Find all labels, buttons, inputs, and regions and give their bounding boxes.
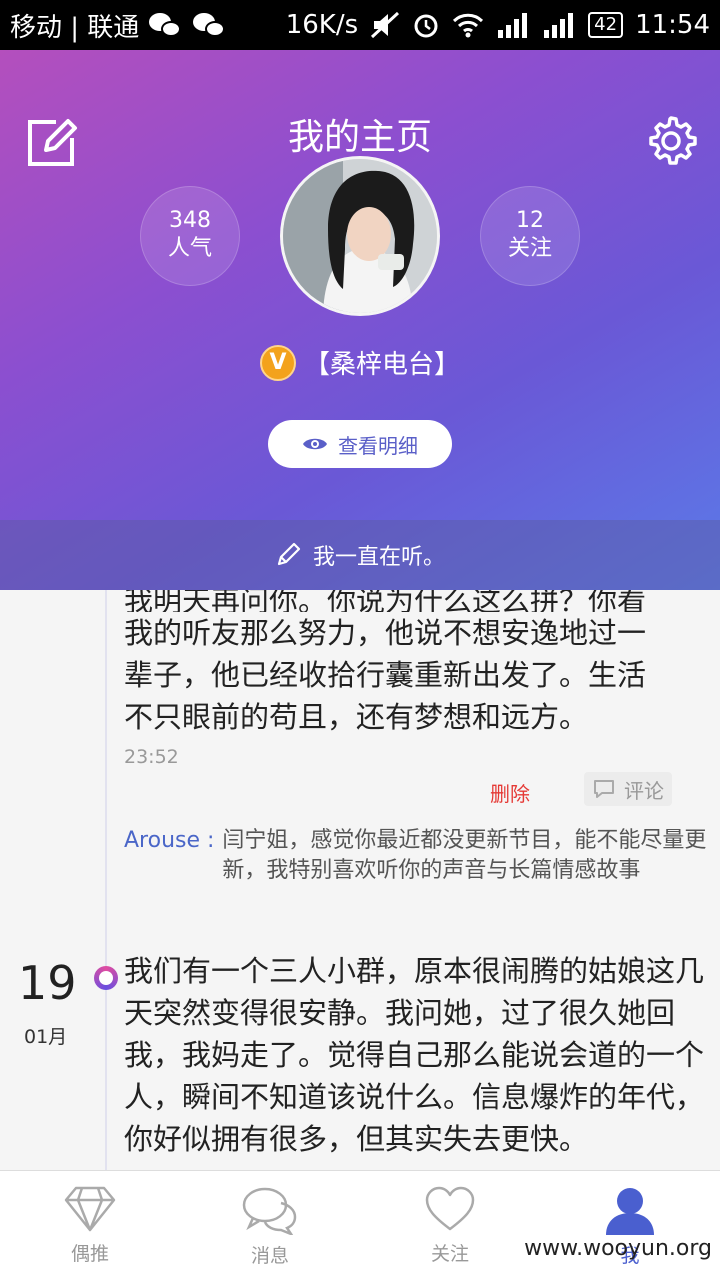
- mute-icon: [371, 11, 400, 39]
- diamond-icon: [64, 1186, 116, 1232]
- view-details-button[interactable]: 查看明细: [268, 420, 452, 468]
- comment-text: 闫宁姐，感觉你最近都没更新节目，能不能尽量更新，我特别喜欢听你的声音与长篇情感故…: [222, 828, 707, 883]
- signal-icon: [498, 13, 528, 38]
- network-speed: 16K/s: [285, 10, 359, 40]
- nav-item-messages[interactable]: 消息: [180, 1171, 360, 1280]
- signature-text: 我一直在听。: [312, 545, 445, 570]
- chat-bubbles-icon: [242, 1187, 297, 1235]
- carrier-label: 移动 | 联通: [10, 12, 140, 43]
- username-row: V 【桑梓电台】: [0, 344, 720, 381]
- watermark: www.wooyun.org: [524, 1236, 712, 1261]
- alarm-icon: [414, 14, 438, 38]
- nav-item-me[interactable]: 我: [540, 1171, 720, 1280]
- signal-icon: [544, 13, 574, 38]
- nav-item-recommend[interactable]: 偶推: [0, 1171, 180, 1280]
- delete-button[interactable]: 删除: [490, 778, 530, 807]
- avatar-photo: [283, 159, 437, 313]
- avatar[interactable]: [280, 156, 440, 316]
- timeline-dot-icon: [94, 966, 118, 990]
- signature-bar[interactable]: 我一直在听。: [0, 520, 720, 590]
- post-line: 辈子，他已经收拾行囊重新出发了。生活: [124, 658, 647, 692]
- nav-label: 消息: [250, 1245, 289, 1267]
- clock: 11:54: [635, 10, 710, 40]
- comment-button[interactable]: 评论: [584, 772, 672, 806]
- pencil-icon: [277, 542, 301, 566]
- heart-icon: [425, 1186, 475, 1231]
- gear-icon[interactable]: [644, 114, 698, 168]
- vip-badge-icon: V: [259, 344, 296, 381]
- wifi-icon: [453, 13, 484, 38]
- wechat-icon: [149, 11, 183, 39]
- following-stat[interactable]: 12 关注: [480, 186, 580, 286]
- nav-label: 偶推: [70, 1243, 109, 1265]
- page-title: 我的主页: [287, 117, 432, 158]
- nav-item-following[interactable]: 关注: [360, 1171, 540, 1280]
- post-text: 我们有一个三人小群，原本很闹腾的姑娘这几天突然变得很安静。我问她，过了很久她回我…: [124, 954, 705, 1156]
- popularity-value: 348: [169, 208, 211, 233]
- nav-label: 关注: [430, 1243, 469, 1265]
- view-details-label: 查看明细: [338, 433, 418, 458]
- profile-header: 我的主页 348 人气 12 关注 V 【桑梓电台】 查看明细 我一直在听。: [0, 50, 720, 590]
- status-bar: 移动 | 联通 16K/s 42 11:54: [0, 0, 720, 50]
- wechat-icon: [193, 11, 227, 39]
- post-line: 不只眼前的苟且，还有梦想和远方。: [124, 700, 589, 734]
- timeline-line: [105, 590, 107, 1170]
- post-time: 23:52: [124, 746, 179, 768]
- timeline-feed[interactable]: 我明天再问你。你说为什么这么拼？你看 我的听友那么努力，他说不想安逸地过一 辈子…: [0, 590, 720, 1170]
- popularity-stat[interactable]: 348 人气: [140, 186, 240, 286]
- post-date-month: 01月: [24, 1026, 68, 1048]
- comment-label: 评论: [624, 778, 664, 803]
- username: 【桑梓电台】: [303, 350, 460, 380]
- following-label: 关注: [507, 236, 552, 261]
- post-line: 我的听友那么努力，他说不想安逸地过一: [124, 616, 647, 650]
- comment-item: Arouse : 闫宁姐，感觉你最近都没更新节目，能不能尽量更新，我特别喜欢听你…: [124, 826, 708, 886]
- post-line: 我明天再问你。你说为什么这么拼？你看: [124, 590, 647, 612]
- user-icon: [606, 1188, 654, 1235]
- comment-icon: [594, 780, 614, 798]
- popularity-label: 人气: [167, 236, 212, 261]
- eye-icon: [303, 438, 327, 450]
- post-date-day: 19: [18, 956, 77, 1010]
- comment-author[interactable]: Arouse :: [124, 826, 214, 886]
- following-value: 12: [516, 208, 544, 233]
- battery-indicator: 42: [588, 12, 624, 38]
- bottom-nav: 偶推 消息 关注 我: [0, 1170, 720, 1280]
- post-text: 我明天再问你。你说为什么这么拼？你看 我的听友那么努力，他说不想安逸地过一 辈子…: [124, 590, 708, 738]
